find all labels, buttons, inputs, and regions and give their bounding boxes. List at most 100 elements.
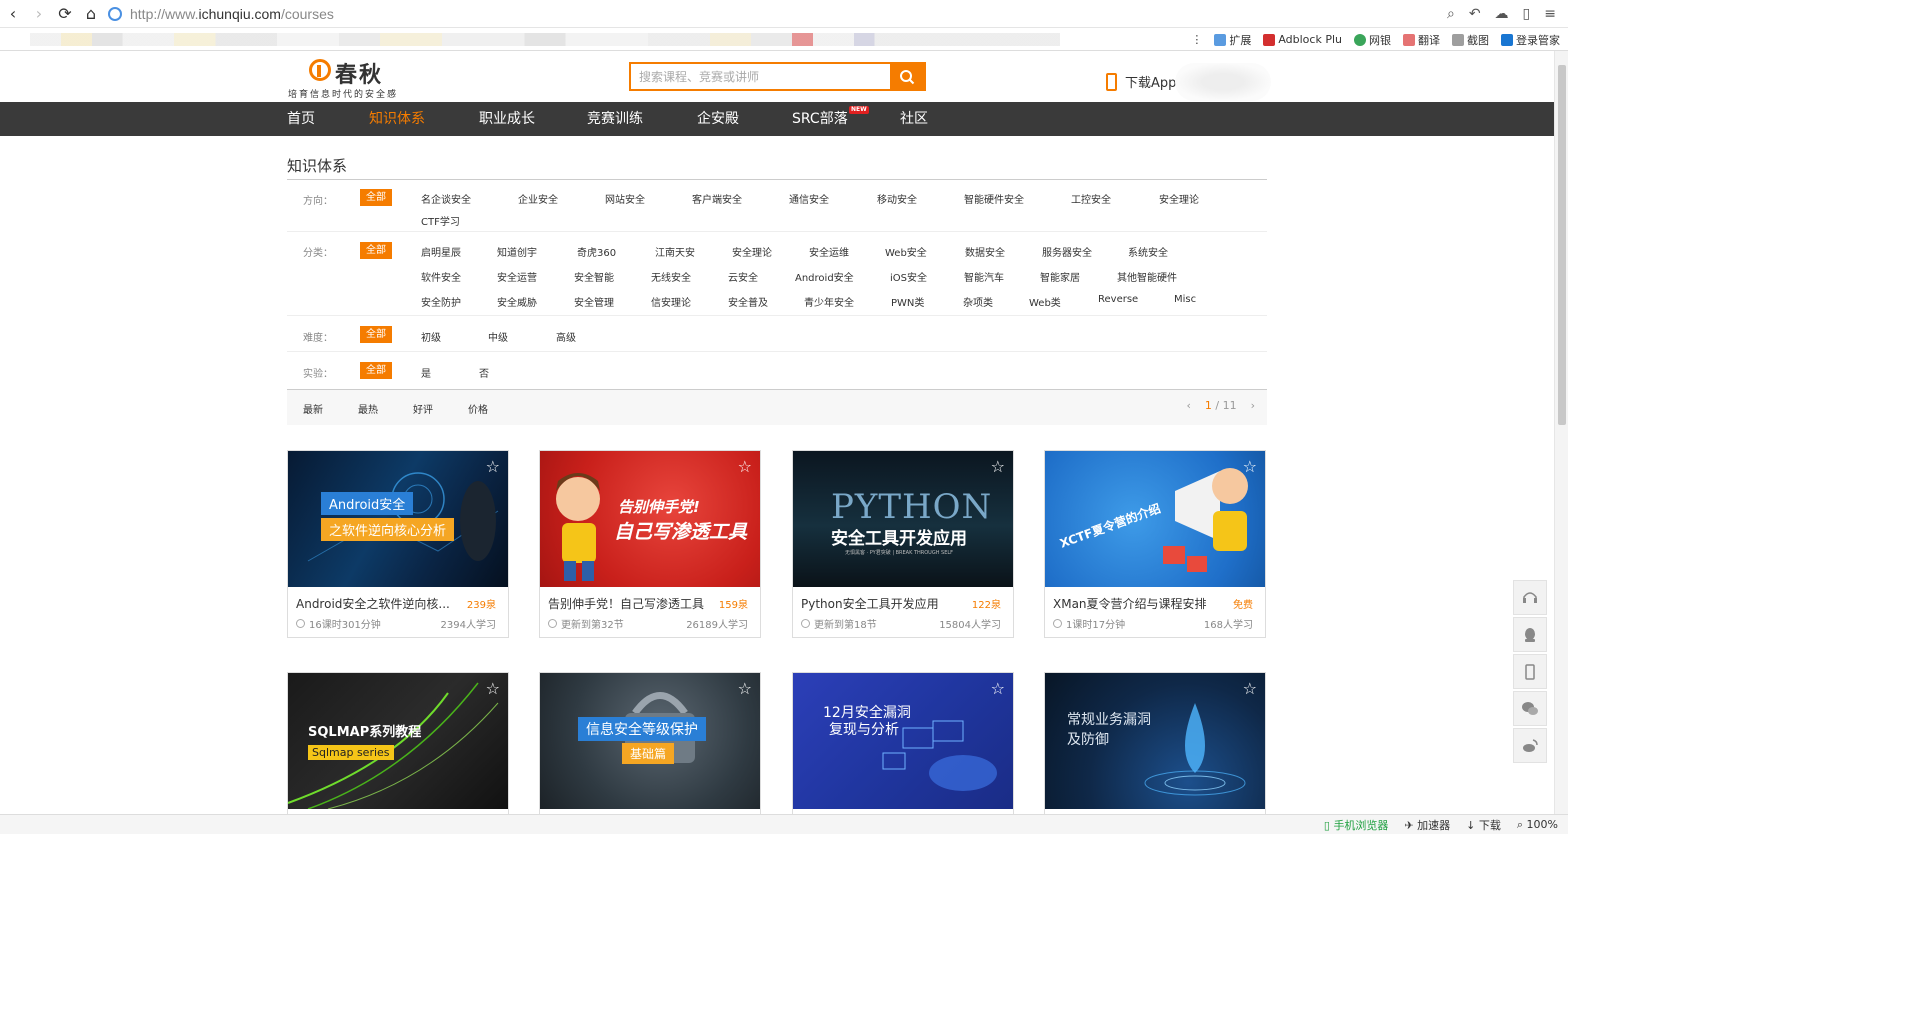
filter-option[interactable]: 智能硬件安全: [964, 191, 1024, 206]
weibo-icon[interactable]: [1513, 728, 1547, 763]
course-card[interactable]: 12月安全漏洞 复现与分析 ☆: [792, 672, 1014, 814]
filter-option[interactable]: 通信安全: [789, 191, 829, 206]
filter-option[interactable]: 高级: [556, 329, 576, 344]
course-card[interactable]: Android安全 之软件逆向核心分析 ☆ Android安全之软件逆向核...…: [287, 450, 509, 638]
nav-enterprise[interactable]: 企安殿: [697, 102, 739, 136]
course-title[interactable]: 告别伸手党！自己写渗透工具: [548, 595, 708, 612]
star-icon[interactable]: ☆: [1243, 679, 1257, 698]
filter-option[interactable]: 否: [479, 365, 489, 380]
filter-all-pill[interactable]: 全部: [360, 362, 392, 379]
bookmark-icon[interactable]: ▯: [1523, 6, 1531, 22]
customer-service-icon[interactable]: [1513, 580, 1547, 615]
filter-all-pill[interactable]: 全部: [360, 242, 392, 259]
filter-option[interactable]: 中级: [488, 329, 508, 344]
star-icon[interactable]: ☆: [1243, 457, 1257, 476]
star-icon[interactable]: ☆: [486, 679, 500, 698]
nav-home[interactable]: 首页: [287, 102, 315, 136]
forward-icon[interactable]: ›: [26, 0, 52, 28]
course-card[interactable]: 常规业务漏洞 及防御 ☆: [1044, 672, 1266, 814]
filter-option[interactable]: 安全理论: [1159, 191, 1199, 206]
course-card[interactable]: 信息安全等级保护 基础篇 ☆: [539, 672, 761, 814]
search-button[interactable]: [890, 64, 924, 89]
nav-competition[interactable]: 竞赛训练: [587, 102, 643, 136]
filter-option[interactable]: 服务器安全: [1042, 244, 1092, 259]
course-card[interactable]: PYTHON 安全工具开发应用 无惧黑客 · PY君突破 | BREAK THR…: [792, 450, 1014, 638]
bank-button[interactable]: 网银: [1354, 32, 1391, 48]
reload-icon[interactable]: ⟳: [52, 0, 78, 28]
translate-button[interactable]: 翻译: [1403, 32, 1440, 48]
menu-icon[interactable]: ≡: [1544, 6, 1556, 22]
filter-option[interactable]: iOS安全: [890, 269, 927, 284]
filter-option[interactable]: 信安理论: [651, 294, 691, 309]
adblock-button[interactable]: Adblock Plu: [1263, 33, 1342, 46]
qq-icon[interactable]: [1513, 617, 1547, 652]
course-thumbnail[interactable]: XCTF夏令营的介绍 ☆: [1045, 451, 1265, 587]
filter-option[interactable]: 智能家居: [1040, 269, 1080, 284]
accelerator-button[interactable]: ✈ 加速器: [1404, 817, 1450, 833]
address-bar[interactable]: http://www.ichunqiu.com/courses: [108, 4, 1448, 24]
star-icon[interactable]: ☆: [738, 679, 752, 698]
filter-option[interactable]: 无线安全: [651, 269, 691, 284]
filter-option[interactable]: 初级: [421, 329, 441, 344]
filter-option[interactable]: Android安全: [795, 269, 854, 284]
filter-option[interactable]: 企业安全: [518, 191, 558, 206]
filter-option[interactable]: 知道创宇: [497, 244, 537, 259]
course-title[interactable]: Python安全工具开发应用: [801, 595, 961, 612]
cloud-icon[interactable]: ☁: [1495, 6, 1509, 22]
course-thumbnail[interactable]: PYTHON 安全工具开发应用 无惧黑客 · PY君突破 | BREAK THR…: [793, 451, 1013, 587]
filter-option[interactable]: 杂项类: [963, 294, 993, 309]
filter-option[interactable]: 启明星辰: [421, 244, 461, 259]
more-icon[interactable]: ⋮: [1191, 33, 1202, 46]
undo-icon[interactable]: ↶: [1469, 6, 1481, 22]
nav-career[interactable]: 职业成长: [479, 102, 535, 136]
filter-option[interactable]: 客户端安全: [692, 191, 742, 206]
course-thumbnail[interactable]: Android安全 之软件逆向核心分析 ☆: [288, 451, 508, 587]
login-manager-button[interactable]: 登录管家: [1501, 32, 1560, 48]
sort-hottest[interactable]: 最热: [358, 401, 378, 416]
course-title[interactable]: Android安全之软件逆向核...: [296, 595, 456, 612]
course-thumbnail[interactable]: SQLMAP系列教程 Sqlmap series ☆: [288, 673, 508, 809]
filter-option[interactable]: 工控安全: [1071, 191, 1111, 206]
filter-option[interactable]: 系统安全: [1128, 244, 1168, 259]
filter-option[interactable]: 安全理论: [732, 244, 772, 259]
search-icon[interactable]: ⌕: [1447, 6, 1455, 22]
sort-rating[interactable]: 好评: [413, 401, 433, 416]
filter-option[interactable]: 青少年安全: [804, 294, 854, 309]
filter-option[interactable]: 智能汽车: [964, 269, 1004, 284]
filter-option[interactable]: CTF学习: [421, 213, 460, 228]
back-icon[interactable]: ‹: [0, 0, 26, 28]
filter-option[interactable]: 奇虎360: [577, 244, 616, 259]
mobile-icon[interactable]: [1513, 654, 1547, 689]
screenshot-button[interactable]: 截图: [1452, 32, 1489, 48]
sort-price[interactable]: 价格: [468, 401, 488, 416]
course-thumbnail[interactable]: 告别伸手党! 自己写渗透工具 ☆: [540, 451, 760, 587]
filter-option[interactable]: 网站安全: [605, 191, 645, 206]
filter-option[interactable]: 安全管理: [574, 294, 614, 309]
nav-src[interactable]: SRC部落 NEW: [792, 102, 869, 136]
next-page-icon[interactable]: ›: [1251, 399, 1255, 412]
user-avatar-blurred[interactable]: [1175, 63, 1271, 101]
filter-option[interactable]: 安全防护: [421, 294, 461, 309]
search-input[interactable]: [631, 64, 891, 89]
course-title[interactable]: XMan夏令营介绍与课程安排: [1053, 595, 1213, 612]
filter-option[interactable]: 安全运营: [497, 269, 537, 284]
filter-option[interactable]: Web类: [1029, 294, 1061, 309]
course-card[interactable]: SQLMAP系列教程 Sqlmap series ☆: [287, 672, 509, 814]
filter-option[interactable]: 软件安全: [421, 269, 461, 284]
zoom-level[interactable]: ⌕ 100%: [1517, 818, 1558, 832]
site-logo[interactable]: 春秋 培育信息时代的安全感: [287, 57, 417, 100]
filter-option[interactable]: 安全威胁: [497, 294, 537, 309]
filter-option[interactable]: PWN类: [891, 294, 924, 309]
course-thumbnail[interactable]: 信息安全等级保护 基础篇 ☆: [540, 673, 760, 809]
filter-option[interactable]: 移动安全: [877, 191, 917, 206]
filter-all-pill[interactable]: 全部: [360, 326, 392, 343]
filter-option[interactable]: 江南天安: [655, 244, 695, 259]
filter-option[interactable]: 名企谈安全: [421, 191, 471, 206]
filter-option[interactable]: 其他智能硬件: [1117, 269, 1177, 284]
scroll-thumb[interactable]: [1558, 65, 1566, 425]
filter-option[interactable]: 是: [421, 365, 431, 380]
course-card[interactable]: XCTF夏令营的介绍 ☆ XMan夏令营介绍与课程安排 免费 1课时17分钟 1…: [1044, 450, 1266, 638]
filter-option[interactable]: 安全运维: [809, 244, 849, 259]
filter-option[interactable]: 安全普及: [728, 294, 768, 309]
sort-newest[interactable]: 最新: [303, 401, 323, 416]
